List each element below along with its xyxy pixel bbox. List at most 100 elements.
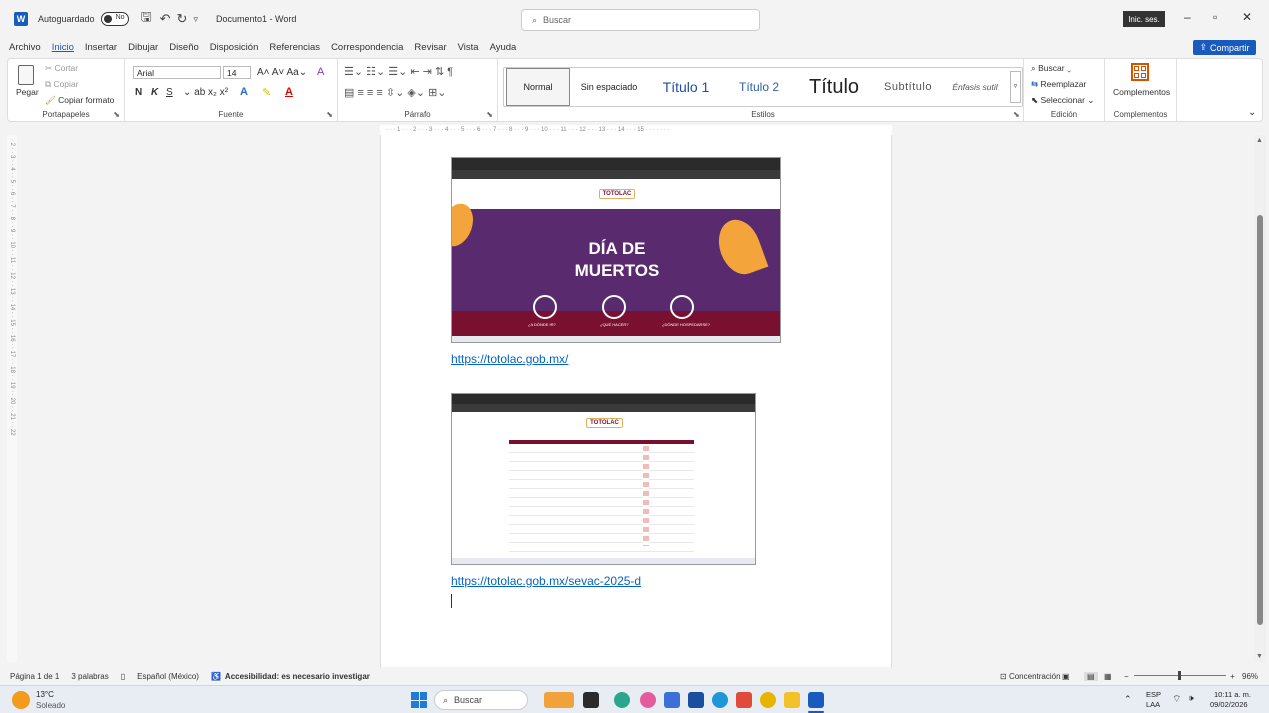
format-painter-button[interactable]: 🖌 Copiar formato bbox=[45, 95, 114, 106]
scrollbar-thumb[interactable] bbox=[1257, 215, 1263, 625]
edge-icon[interactable] bbox=[712, 692, 728, 708]
paste-icon[interactable] bbox=[18, 65, 34, 85]
paste-button[interactable]: Pegar bbox=[16, 87, 39, 97]
search-input[interactable]: ⌕ Buscar bbox=[521, 9, 760, 31]
input-lang-1[interactable]: ESP bbox=[1146, 690, 1161, 699]
weather-temp[interactable]: 13°C bbox=[36, 690, 54, 699]
tab-archivo[interactable]: Archivo bbox=[9, 42, 41, 53]
vertical-scrollbar[interactable]: ▲ ▼ bbox=[1254, 135, 1266, 662]
addins-icon[interactable] bbox=[1131, 63, 1149, 81]
tab-ayuda[interactable]: Ayuda bbox=[490, 42, 517, 53]
tab-referencias[interactable]: Referencias bbox=[269, 42, 320, 53]
tab-correspondencia[interactable]: Correspondencia bbox=[331, 42, 403, 53]
tab-diseno[interactable]: Diseño bbox=[169, 42, 199, 53]
zoom-level[interactable]: 96% bbox=[1242, 672, 1258, 681]
link-sevac-2025[interactable]: https://totolac.gob.mx/sevac-2025-d bbox=[451, 574, 641, 588]
font-size-select[interactable]: 14 bbox=[223, 66, 251, 79]
tab-disposicion[interactable]: Disposición bbox=[210, 42, 259, 53]
share-button[interactable]: ⇪ Compartir bbox=[1193, 40, 1256, 55]
tab-dibujar[interactable]: Dibujar bbox=[128, 42, 158, 53]
tab-vista[interactable]: Vista bbox=[458, 42, 479, 53]
photos-icon[interactable] bbox=[640, 692, 656, 708]
highlight-icon[interactable]: ✎ bbox=[262, 86, 271, 99]
widget-icon[interactable] bbox=[544, 692, 574, 708]
replace-button[interactable]: ⇆ Reemplazar bbox=[1031, 79, 1086, 90]
customize-qat-icon[interactable]: ▿ bbox=[193, 14, 198, 25]
word-count[interactable]: 3 palabras bbox=[71, 672, 108, 681]
bullets-numbering-icons[interactable]: ☰⌄ ☷⌄ ☰⌄ ⇤ ⇥ ⇅ ¶ bbox=[344, 65, 453, 78]
word-taskbar-icon[interactable] bbox=[808, 692, 824, 708]
weather-sun-icon[interactable] bbox=[12, 691, 30, 709]
teams-icon[interactable] bbox=[664, 692, 680, 708]
office-icon[interactable] bbox=[736, 692, 752, 708]
screenshot-image-1[interactable]: TOTOLAC DÍA DE MUERTOS ¿A DÓNDE IR? ¿QUÉ… bbox=[451, 157, 781, 343]
minimize-icon[interactable]: – bbox=[1184, 10, 1191, 24]
taskbar-search[interactable]: ⌕ Buscar bbox=[434, 690, 528, 710]
start-icon[interactable] bbox=[411, 692, 427, 708]
italic-button[interactable]: K bbox=[151, 87, 158, 98]
file-explorer-icon[interactable] bbox=[784, 692, 800, 708]
clipboard-launcher-icon[interactable]: ⬊ bbox=[113, 110, 120, 119]
tab-inicio[interactable]: Inicio bbox=[52, 42, 74, 53]
proofing-icon[interactable]: ▯ bbox=[121, 672, 125, 681]
zoom-out-icon[interactable]: − bbox=[1124, 672, 1129, 681]
page-count[interactable]: Página 1 de 1 bbox=[10, 672, 59, 681]
font-name-select[interactable]: Arial bbox=[133, 66, 221, 79]
font-color-icon[interactable]: A bbox=[285, 86, 293, 98]
addins-button[interactable]: Complementos bbox=[1113, 87, 1170, 97]
language-status[interactable]: Español (México) bbox=[137, 672, 199, 681]
tab-revisar[interactable]: Revisar bbox=[414, 42, 446, 53]
style-no-spacing[interactable]: Sin espaciado bbox=[572, 68, 646, 106]
select-button[interactable]: ⬉ Seleccionar ⌄ bbox=[1031, 95, 1094, 106]
store-icon[interactable] bbox=[688, 692, 704, 708]
volume-icon[interactable]: 🕩 bbox=[1188, 693, 1194, 704]
strike-sub-super-icons[interactable]: ⌄ ab x₂ x² bbox=[183, 87, 228, 98]
whatsapp-icon[interactable] bbox=[614, 692, 630, 708]
clock-time[interactable]: 10:11 a. m. bbox=[1214, 690, 1251, 699]
tray-overflow-icon[interactable]: ⌃ bbox=[1124, 694, 1132, 705]
tab-insertar[interactable]: Insertar bbox=[85, 42, 117, 53]
style-title[interactable]: Título bbox=[794, 68, 874, 106]
grow-font-icon[interactable]: A˄ A˅ Aa⌄ bbox=[257, 67, 307, 78]
style-subtle-emphasis[interactable]: Énfasis sutil bbox=[942, 68, 1008, 106]
input-lang-2[interactable]: LAA bbox=[1146, 700, 1160, 709]
scroll-up-icon[interactable]: ▲ bbox=[1256, 137, 1263, 144]
style-heading1[interactable]: Título 1 bbox=[648, 68, 724, 106]
wifi-icon[interactable]: ⌔ bbox=[1172, 693, 1181, 706]
cut-button[interactable]: ✂ Cortar bbox=[45, 63, 78, 74]
copy-button[interactable]: ⧉ Copiar bbox=[45, 79, 78, 90]
save-icon[interactable]: 🖫 bbox=[141, 8, 152, 30]
read-mode-icon[interactable]: ▣ bbox=[1062, 672, 1070, 681]
collapse-ribbon-icon[interactable]: ⌄ bbox=[1248, 107, 1256, 118]
weather-desc[interactable]: Soleado bbox=[36, 701, 65, 710]
underline-button[interactable]: S bbox=[166, 87, 173, 98]
find-button[interactable]: ⌕ Buscar ⌄ bbox=[1031, 63, 1071, 74]
chrome-icon[interactable] bbox=[760, 692, 776, 708]
vertical-ruler[interactable]: · 2 · · 3 · · 4 · · 5 · · 6 · · 7 · · 8 … bbox=[7, 135, 17, 662]
zoom-slider-thumb[interactable] bbox=[1178, 671, 1181, 680]
accessibility-status[interactable]: Accesibilidad: es necesario investigar bbox=[225, 672, 370, 681]
clear-format-icon[interactable]: A bbox=[317, 66, 324, 78]
text-effects-icon[interactable]: A bbox=[240, 86, 248, 98]
font-launcher-icon[interactable]: ⬊ bbox=[326, 110, 333, 119]
style-subtitle[interactable]: Subtítulo bbox=[876, 68, 940, 106]
zoom-in-icon[interactable]: + bbox=[1230, 672, 1235, 681]
horizontal-ruler[interactable]: · · · 1 · · · 2 · · · 3 · · · 4 · · · 5 … bbox=[380, 125, 892, 135]
task-view-icon[interactable] bbox=[583, 692, 599, 708]
restore-icon[interactable]: ▫ bbox=[1213, 10, 1217, 24]
alignment-icons[interactable]: ▤ ≡ ≡ ≡ ⇳⌄ ◈⌄ ⊞⌄ bbox=[344, 86, 447, 99]
close-icon[interactable]: ✕ bbox=[1242, 10, 1252, 24]
clock-date[interactable]: 09/02/2026 bbox=[1210, 700, 1248, 709]
style-normal[interactable]: Normal bbox=[506, 68, 570, 106]
undo-icon[interactable]: ↶ bbox=[160, 11, 171, 27]
styles-launcher-icon[interactable]: ⬊ bbox=[1013, 110, 1020, 119]
styles-scroll-icon[interactable]: ▿ bbox=[1010, 71, 1021, 103]
screenshot-image-2[interactable]: TOTOLAC bbox=[451, 393, 756, 565]
scroll-down-icon[interactable]: ▼ bbox=[1256, 653, 1263, 660]
paragraph-launcher-icon[interactable]: ⬊ bbox=[486, 110, 493, 119]
style-heading2[interactable]: Título 2 bbox=[726, 68, 792, 106]
print-layout-icon[interactable]: ▤ bbox=[1084, 671, 1098, 681]
redo-icon[interactable]: ↻ bbox=[177, 11, 188, 27]
bold-button[interactable]: N bbox=[135, 87, 142, 98]
autosave-toggle[interactable]: No bbox=[100, 12, 129, 26]
